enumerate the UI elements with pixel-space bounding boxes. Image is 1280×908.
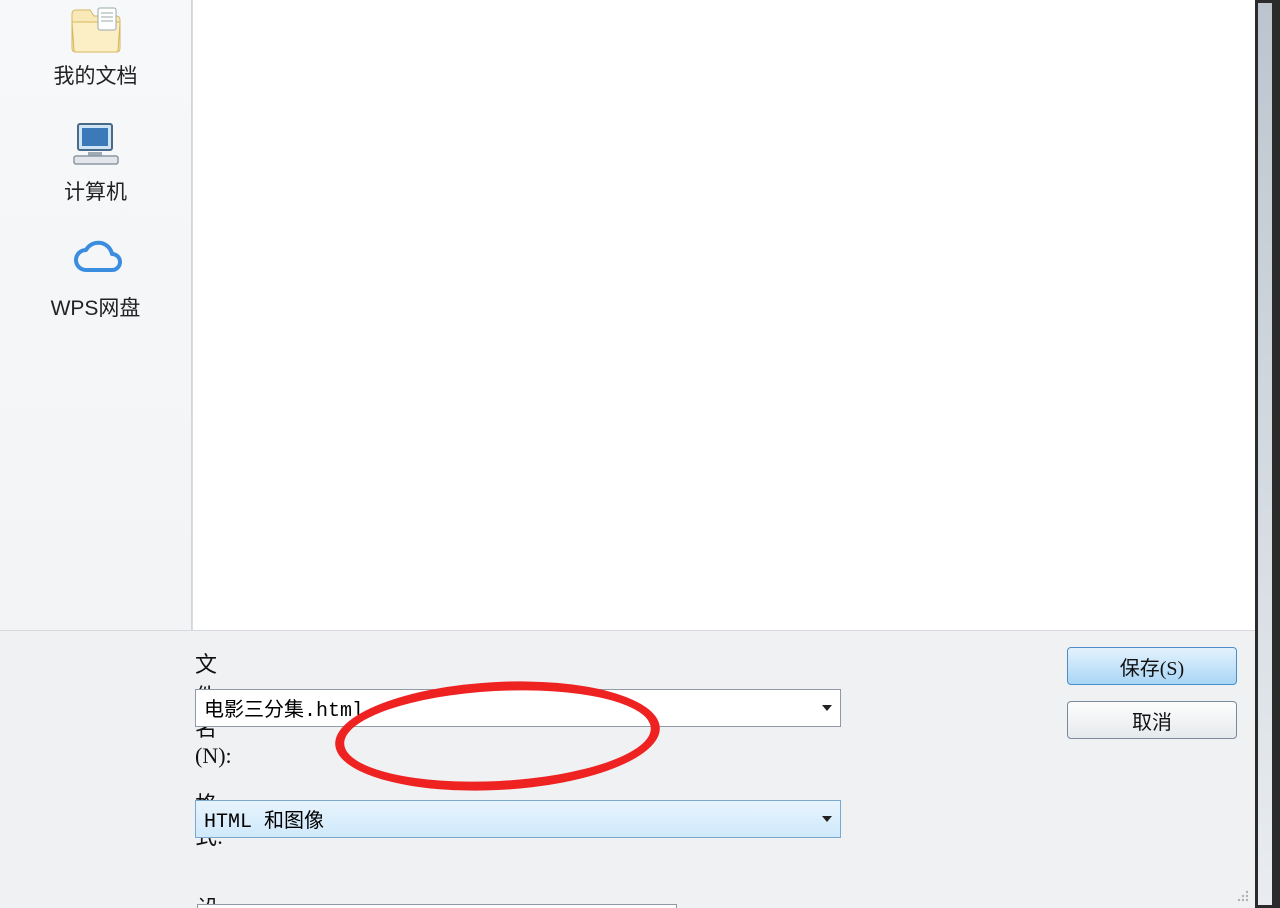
sidebar-item-documents[interactable]: 我的文档 <box>0 2 191 90</box>
save-options-panel: 文件名(N): 电影三分集.html 格式: HTML 和图像 设置: 默认设置 <box>0 630 1255 908</box>
cloud-icon <box>68 234 124 286</box>
sidebar-item-label: 我的文档 <box>54 60 138 90</box>
row-settings: 设置: 默认设置 <box>0 891 1255 908</box>
format-combobox[interactable]: HTML 和图像 <box>195 800 841 838</box>
chevron-down-icon <box>820 701 834 715</box>
save-button[interactable]: 保存(S) <box>1067 647 1237 685</box>
window-edge-strip <box>1255 0 1280 908</box>
dialog-upper: 我的文档 计算机 <box>0 0 1255 630</box>
cancel-button-label: 取消 <box>1132 706 1172 735</box>
file-list-area[interactable] <box>192 0 1255 630</box>
save-for-web-dialog: 我的文档 计算机 <box>0 0 1255 908</box>
chevron-down-icon <box>820 812 834 826</box>
row-format: 格式: HTML 和图像 <box>0 787 1255 851</box>
filename-value: 电影三分集.html <box>204 693 364 723</box>
cancel-button[interactable]: 取消 <box>1067 701 1237 739</box>
filename-combobox[interactable]: 电影三分集.html <box>195 689 841 727</box>
folder-documents-icon <box>68 2 124 54</box>
sidebar-item-label: WPS网盘 <box>51 292 141 322</box>
filename-label: 文件名(N): <box>0 647 195 769</box>
places-sidebar: 我的文档 计算机 <box>0 0 192 630</box>
save-button-label: 保存(S) <box>1120 652 1184 681</box>
sidebar-item-computer[interactable]: 计算机 <box>0 118 191 206</box>
settings-combobox[interactable]: 默认设置 <box>197 904 677 908</box>
sidebar-item-label: 计算机 <box>64 176 127 206</box>
resize-grip-icon[interactable] <box>1233 886 1251 904</box>
format-value: HTML 和图像 <box>204 804 324 834</box>
settings-label: 设置: <box>0 891 197 908</box>
action-buttons: 保存(S) 取消 <box>1067 647 1237 739</box>
format-label: 格式: <box>0 787 195 851</box>
sidebar-item-wps-cloud[interactable]: WPS网盘 <box>0 234 191 322</box>
computer-icon <box>68 118 124 170</box>
